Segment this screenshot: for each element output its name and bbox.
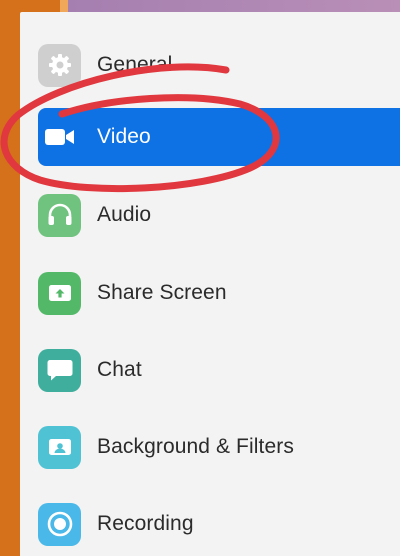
sidebar-item-label: General xyxy=(97,53,173,76)
recording-icon xyxy=(38,502,81,546)
sidebar-item-label: Share Screen xyxy=(97,281,227,304)
gear-icon xyxy=(38,43,81,87)
sidebar-item-recording[interactable]: Recording xyxy=(38,495,400,553)
share-screen-icon xyxy=(38,271,81,315)
sidebar-item-label: Chat xyxy=(97,358,142,381)
top-window-strip xyxy=(0,0,400,12)
video-camera-icon xyxy=(38,116,81,159)
background-filters-icon xyxy=(38,425,81,469)
sidebar-item-label: Audio xyxy=(97,203,152,226)
headphones-icon xyxy=(38,193,81,237)
settings-sidebar: General Video Audio Share Screen Chat Ba… xyxy=(20,12,400,556)
sidebar-item-share-screen[interactable]: Share Screen xyxy=(38,264,400,322)
chat-bubble-icon xyxy=(38,348,81,392)
sidebar-item-label: Video xyxy=(97,125,151,148)
screenshot-canvas: General Video Audio Share Screen Chat Ba… xyxy=(0,0,400,556)
sidebar-item-label: Background & Filters xyxy=(97,435,294,458)
sidebar-item-general[interactable]: General xyxy=(38,36,400,94)
sidebar-item-video[interactable]: Video xyxy=(38,108,400,166)
sidebar-item-audio[interactable]: Audio xyxy=(38,186,400,244)
sidebar-item-chat[interactable]: Chat xyxy=(38,341,400,399)
sidebar-item-background-filters[interactable]: Background & Filters xyxy=(38,418,400,476)
sidebar-item-label: Recording xyxy=(97,512,194,535)
